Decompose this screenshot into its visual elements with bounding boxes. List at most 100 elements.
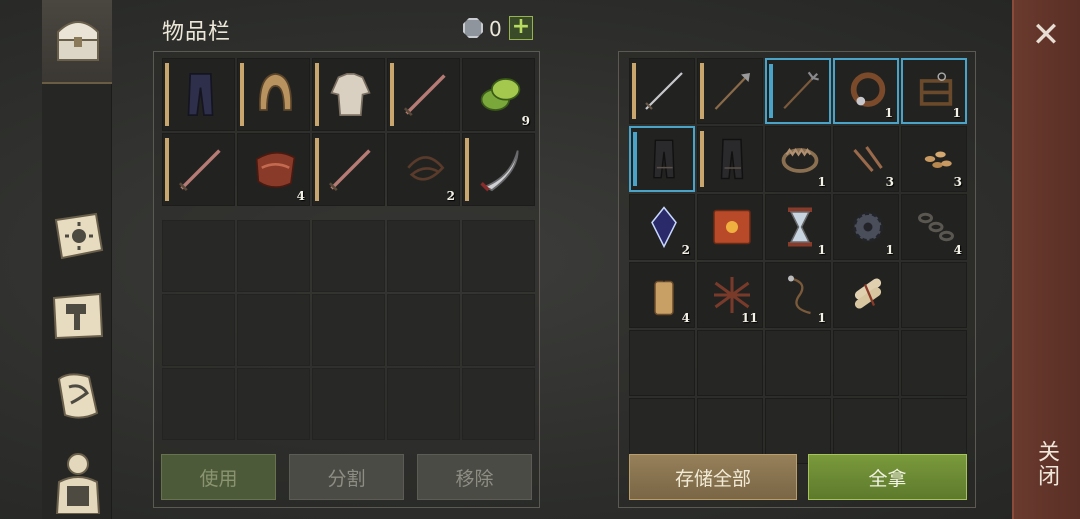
item-slot[interactable] xyxy=(312,58,385,131)
item-slot[interactable] xyxy=(237,58,310,131)
gem-coin-icon xyxy=(463,18,483,38)
item-slot[interactable]: 2 xyxy=(629,194,695,260)
close-label[interactable]: 关闭 xyxy=(1030,440,1062,488)
item-slot[interactable] xyxy=(697,58,763,124)
item-slot[interactable]: 4 xyxy=(901,194,967,260)
store-all-button[interactable]: 存储全部 xyxy=(629,454,797,500)
durability-bar xyxy=(315,138,319,201)
item-count: 9 xyxy=(521,114,530,128)
item-slot[interactable]: 4 xyxy=(629,262,695,328)
close-icon[interactable]: ✕ xyxy=(1028,18,1064,54)
item-count: 2 xyxy=(446,189,455,203)
empty-slot[interactable] xyxy=(312,294,385,366)
item-count: 1 xyxy=(884,106,893,120)
scroll-quill-icon[interactable] xyxy=(50,368,106,424)
remove-button[interactable]: 移除 xyxy=(417,454,532,500)
split-button[interactable]: 分割 xyxy=(289,454,404,500)
item-slot[interactable] xyxy=(833,262,899,328)
item-count: 1 xyxy=(817,311,826,325)
item-slot[interactable]: 1 xyxy=(833,58,899,124)
empty-slot[interactable] xyxy=(901,262,967,328)
empty-slot[interactable] xyxy=(462,368,535,440)
item-slot[interactable] xyxy=(312,133,385,206)
inventory-grid: 9 4 2 xyxy=(162,58,535,206)
dark-pants-icon xyxy=(641,134,687,184)
item-slot[interactable] xyxy=(697,126,763,192)
take-all-button[interactable]: 全拿 xyxy=(808,454,967,500)
pants-icon xyxy=(173,65,228,124)
empty-slot[interactable] xyxy=(312,368,385,440)
item-slot[interactable]: 1 xyxy=(833,194,899,260)
empty-slot[interactable] xyxy=(833,330,899,396)
sword-icon xyxy=(173,140,228,199)
item-slot[interactable] xyxy=(765,58,831,124)
item-slot[interactable]: 3 xyxy=(833,126,899,192)
rope-icon xyxy=(398,140,453,199)
item-count: 1 xyxy=(817,243,826,257)
halberd-icon xyxy=(708,65,756,117)
item-slot[interactable] xyxy=(629,58,695,124)
empty-slot[interactable] xyxy=(312,220,385,292)
sword-icon xyxy=(323,140,378,199)
empty-slot[interactable] xyxy=(237,220,310,292)
item-count: 3 xyxy=(953,175,962,189)
empty-slot[interactable] xyxy=(237,294,310,366)
item-count: 4 xyxy=(681,311,690,325)
add-currency-button[interactable]: + xyxy=(509,16,533,40)
inventory-empty-grid xyxy=(162,220,535,440)
empty-slot[interactable] xyxy=(462,294,535,366)
empty-slot[interactable] xyxy=(697,330,763,396)
empty-slot[interactable] xyxy=(387,294,460,366)
empty-slot[interactable] xyxy=(901,330,967,396)
storage-grid: 1 1 1 3 3 2 1 1 4 4 11 1 xyxy=(629,58,967,464)
item-slot[interactable] xyxy=(387,58,460,131)
durability-bar xyxy=(165,138,169,201)
hammer-map-icon[interactable] xyxy=(50,288,106,344)
empty-slot[interactable] xyxy=(162,368,235,440)
durability-bar xyxy=(165,63,169,126)
durability-bar xyxy=(390,63,394,126)
item-slot[interactable]: 11 xyxy=(697,262,763,328)
page-title: 物品栏 xyxy=(162,20,232,45)
empty-slot[interactable] xyxy=(462,220,535,292)
empty-slot[interactable] xyxy=(387,368,460,440)
hood-icon xyxy=(248,65,303,124)
item-slot[interactable]: 3 xyxy=(901,126,967,192)
item-slot[interactable]: 1 xyxy=(765,194,831,260)
meat-strips-icon xyxy=(248,140,303,199)
item-slot[interactable]: 1 xyxy=(901,58,967,124)
item-count: 2 xyxy=(681,243,690,257)
sword-icon xyxy=(398,65,453,124)
empty-slot[interactable] xyxy=(162,294,235,366)
durability-bar xyxy=(769,64,773,118)
item-slot[interactable] xyxy=(162,58,235,131)
item-slot[interactable]: 4 xyxy=(237,133,310,206)
item-slot[interactable]: 2 xyxy=(387,133,460,206)
empty-slot[interactable] xyxy=(629,330,695,396)
long-sword-icon xyxy=(640,65,688,117)
empty-slot[interactable] xyxy=(387,220,460,292)
item-count: 3 xyxy=(885,175,894,189)
empty-slot[interactable] xyxy=(162,220,235,292)
chest-icon[interactable] xyxy=(50,10,106,66)
durability-bar xyxy=(700,131,704,187)
character-icon[interactable] xyxy=(50,448,106,514)
item-slot[interactable] xyxy=(162,133,235,206)
shirt-icon xyxy=(323,65,378,124)
use-button[interactable]: 使用 xyxy=(161,454,276,500)
empty-slot[interactable] xyxy=(765,330,831,396)
item-slot[interactable] xyxy=(462,133,535,206)
item-slot[interactable] xyxy=(697,194,763,260)
empty-slot[interactable] xyxy=(237,368,310,440)
item-slot[interactable]: 1 xyxy=(765,126,831,192)
item-count: 11 xyxy=(741,311,758,325)
sun-book-icon[interactable] xyxy=(50,208,106,264)
trident-icon xyxy=(777,66,823,116)
item-slot[interactable]: 9 xyxy=(462,58,535,131)
item-slot[interactable]: 1 xyxy=(765,262,831,328)
durability-bar xyxy=(632,63,636,119)
dark-pants-icon xyxy=(708,133,756,185)
durability-bar xyxy=(240,63,244,126)
durability-bar xyxy=(315,63,319,126)
item-slot[interactable] xyxy=(629,126,695,192)
